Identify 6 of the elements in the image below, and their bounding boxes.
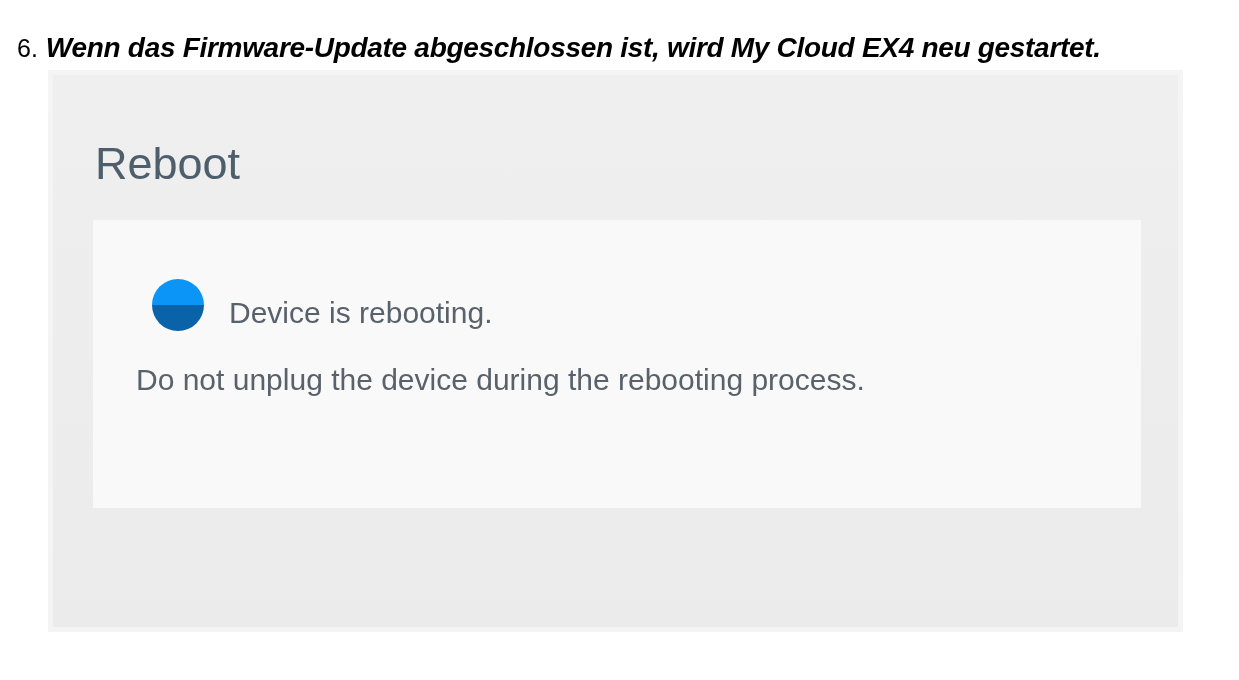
dialog-title: Reboot	[95, 138, 241, 190]
step-instruction: Wenn das Firmware-Update abgeschlossen ist, wird My Cloud EX4 neu gestartet.	[45, 33, 1101, 63]
warning-text: Do not unplug the device during the rebooting process.	[136, 363, 865, 397]
half-filled-circle-icon	[152, 279, 204, 331]
status-text: Device is rebooting.	[229, 296, 493, 330]
step-number: 6.	[17, 33, 38, 63]
